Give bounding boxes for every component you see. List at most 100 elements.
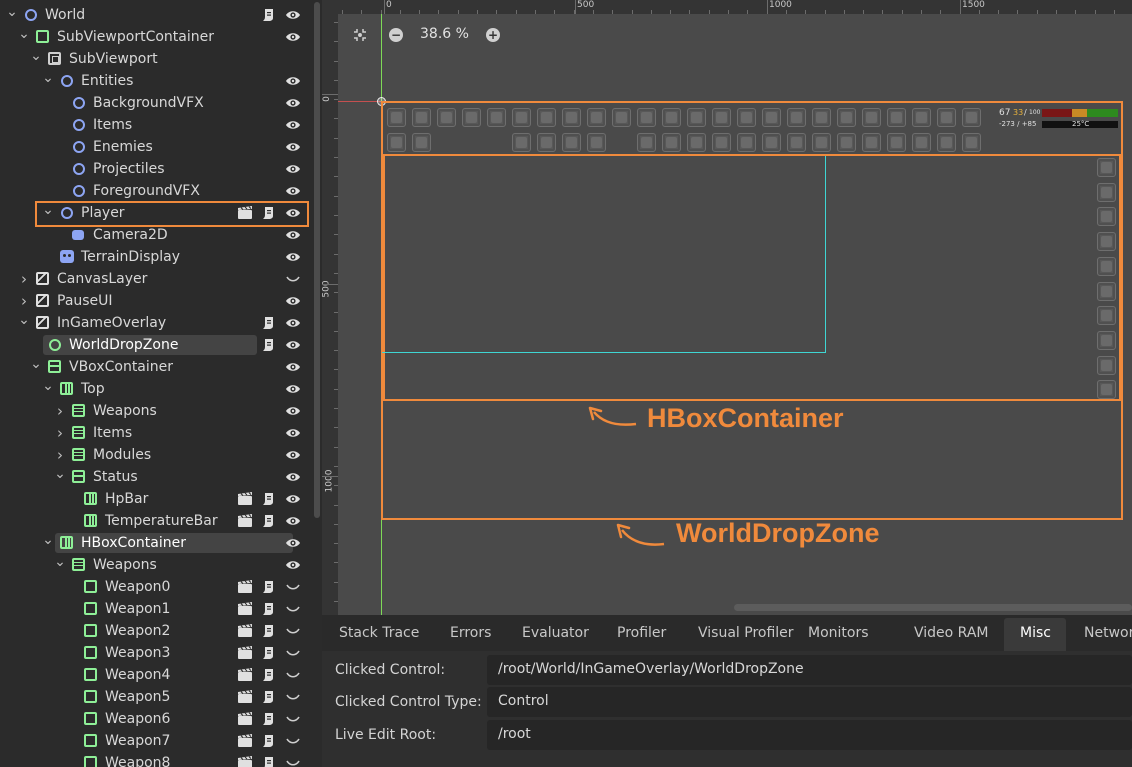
eye-closed-icon[interactable] bbox=[285, 734, 301, 748]
module-slot[interactable] bbox=[1097, 355, 1116, 375]
tree-node[interactable]: Weapon0 bbox=[0, 576, 310, 598]
script-icon[interactable] bbox=[261, 492, 277, 506]
script-icon[interactable] bbox=[261, 734, 277, 748]
weapon-slot[interactable] bbox=[937, 108, 956, 127]
script-icon[interactable] bbox=[261, 712, 277, 726]
tree-node[interactable]: ⌄ Status bbox=[0, 466, 310, 488]
item-slot[interactable] bbox=[837, 133, 856, 152]
script-icon[interactable] bbox=[261, 690, 277, 704]
eye-icon[interactable] bbox=[285, 360, 301, 374]
item-slot[interactable] bbox=[962, 133, 981, 152]
scene-icon[interactable] bbox=[237, 492, 253, 506]
eye-icon[interactable] bbox=[285, 470, 301, 484]
tree-node[interactable]: ⌄ SubViewportContainer bbox=[0, 26, 310, 48]
tree-node[interactable]: ⌄ Weapons bbox=[0, 554, 310, 576]
center-view-icon[interactable] bbox=[352, 27, 368, 43]
chevron-down-icon[interactable]: ⌄ bbox=[42, 379, 54, 393]
item-slot[interactable] bbox=[937, 133, 956, 152]
scene-icon[interactable] bbox=[237, 514, 253, 528]
weapon-slot[interactable] bbox=[662, 108, 681, 127]
tree-node[interactable]: ForegroundVFX bbox=[0, 180, 310, 202]
script-icon[interactable] bbox=[261, 580, 277, 594]
item-slot[interactable] bbox=[637, 133, 656, 152]
eye-icon[interactable] bbox=[285, 338, 301, 352]
misc-row-value-field[interactable]: /root bbox=[487, 720, 1132, 750]
module-slot[interactable] bbox=[1097, 207, 1116, 227]
weapon-slot[interactable] bbox=[762, 108, 781, 127]
misc-row-value-field[interactable]: /root/World/InGameOverlay/WorldDropZone bbox=[487, 655, 1132, 685]
script-icon[interactable] bbox=[261, 8, 277, 22]
chevron-down-icon[interactable]: ⌄ bbox=[42, 533, 54, 547]
item-slot[interactable] bbox=[537, 133, 556, 152]
module-slot[interactable] bbox=[1097, 182, 1116, 202]
item-slot[interactable] bbox=[412, 133, 431, 152]
tree-node[interactable]: › Modules bbox=[0, 444, 310, 466]
weapon-slot[interactable] bbox=[637, 108, 656, 127]
tree-node[interactable]: Enemies bbox=[0, 136, 310, 158]
eye-icon[interactable] bbox=[285, 294, 301, 308]
module-slot[interactable] bbox=[1097, 380, 1116, 400]
misc-row-value-field[interactable]: Control bbox=[487, 687, 1132, 717]
tree-node[interactable]: Weapon2 bbox=[0, 620, 310, 642]
module-slot[interactable] bbox=[1097, 158, 1116, 177]
tree-node[interactable]: Weapon6 bbox=[0, 708, 310, 730]
weapon-slot[interactable] bbox=[687, 108, 706, 127]
tree-node[interactable]: TemperatureBar bbox=[0, 510, 310, 532]
weapon-slot[interactable] bbox=[862, 108, 881, 127]
eye-icon[interactable] bbox=[285, 30, 301, 44]
eye-icon[interactable] bbox=[285, 558, 301, 572]
tree-node[interactable]: Weapon3 bbox=[0, 642, 310, 664]
scene-icon[interactable] bbox=[237, 756, 253, 767]
canvas-viewport[interactable]: 0 500 1000 1500 0 500 1000 − 38.6 % + 67 33 /… bbox=[322, 0, 1132, 615]
tab-monitors[interactable]: Monitors bbox=[808, 623, 869, 643]
tree-node[interactable]: BackgroundVFX bbox=[0, 92, 310, 114]
script-icon[interactable] bbox=[261, 316, 277, 330]
weapon-slot[interactable] bbox=[387, 108, 406, 127]
tree-node[interactable]: ⌄ HBoxContainer bbox=[0, 532, 310, 554]
scene-icon[interactable] bbox=[237, 668, 253, 682]
zoom-level[interactable]: 38.6 % bbox=[420, 26, 469, 42]
weapon-slot[interactable] bbox=[537, 108, 556, 127]
eye-closed-icon[interactable] bbox=[285, 712, 301, 726]
item-slot[interactable] bbox=[787, 133, 806, 152]
scene-tree-scrollbar[interactable] bbox=[312, 0, 322, 767]
eye-closed-icon[interactable] bbox=[285, 602, 301, 616]
eye-closed-icon[interactable] bbox=[285, 756, 301, 767]
eye-icon[interactable] bbox=[285, 316, 301, 330]
tree-node[interactable]: ⌄ InGameOverlay bbox=[0, 312, 310, 334]
weapon-slot[interactable] bbox=[737, 108, 756, 127]
chevron-down-icon[interactable]: ⌄ bbox=[54, 467, 66, 481]
weapon-slot[interactable] bbox=[512, 108, 531, 127]
scene-icon[interactable] bbox=[237, 712, 253, 726]
tab-visual-profiler[interactable]: Visual Profiler bbox=[698, 623, 794, 643]
module-slot[interactable] bbox=[1097, 306, 1116, 326]
item-slot[interactable] bbox=[562, 133, 581, 152]
eye-closed-icon[interactable] bbox=[285, 272, 301, 286]
eye-icon[interactable] bbox=[285, 426, 301, 440]
tab-misc[interactable]: Misc bbox=[1020, 623, 1051, 643]
tree-node[interactable]: Camera2D bbox=[0, 224, 310, 246]
chevron-down-icon[interactable]: ⌄ bbox=[18, 313, 30, 327]
tree-node[interactable]: › CanvasLayer bbox=[0, 268, 310, 290]
chevron-down-icon[interactable]: ⌄ bbox=[30, 49, 42, 63]
tab-evaluator[interactable]: Evaluator bbox=[522, 623, 589, 643]
ruler-vertical[interactable]: 0 500 1000 bbox=[322, 0, 338, 615]
weapon-slot[interactable] bbox=[487, 108, 506, 127]
tree-node[interactable]: › Items bbox=[0, 422, 310, 444]
eye-closed-icon[interactable] bbox=[285, 580, 301, 594]
tree-node[interactable]: Weapon5 bbox=[0, 686, 310, 708]
eye-closed-icon[interactable] bbox=[285, 668, 301, 682]
scene-icon[interactable] bbox=[237, 646, 253, 660]
scene-icon[interactable] bbox=[237, 690, 253, 704]
item-slot[interactable] bbox=[762, 133, 781, 152]
zoom-in-button[interactable]: + bbox=[486, 28, 500, 42]
eye-icon[interactable] bbox=[285, 140, 301, 154]
chevron-down-icon[interactable]: ⌄ bbox=[42, 71, 54, 85]
item-slot[interactable] bbox=[712, 133, 731, 152]
item-slot[interactable] bbox=[512, 133, 531, 152]
tab-video-ram[interactable]: Video RAM bbox=[914, 623, 989, 643]
chevron-right-icon[interactable]: › bbox=[54, 404, 66, 419]
weapon-slot[interactable] bbox=[712, 108, 731, 127]
weapon-slot[interactable] bbox=[462, 108, 481, 127]
eye-icon[interactable] bbox=[285, 162, 301, 176]
